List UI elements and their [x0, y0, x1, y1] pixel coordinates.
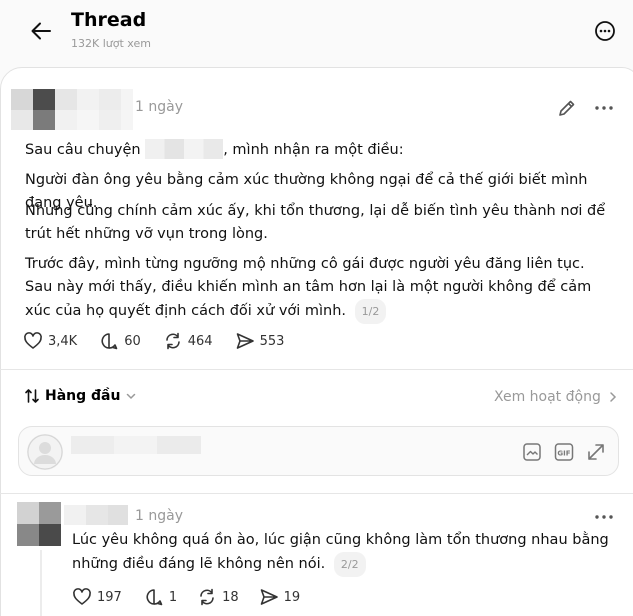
reply-thread-line: [40, 550, 42, 616]
paragraph-text: Trước đây, mình từng ngưỡng mộ những cô …: [25, 256, 592, 319]
reply-composer[interactable]: GIF: [18, 426, 619, 476]
repost-button[interactable]: 18: [197, 587, 239, 607]
arrow-left-icon: [31, 22, 51, 40]
share-count: 19: [283, 589, 301, 605]
send-icon: [260, 589, 278, 605]
sticker-icon[interactable]: [521, 441, 543, 463]
paragraph-text: , mình nhận ra một điều:: [223, 142, 404, 158]
user-silhouette-icon: [27, 434, 63, 470]
like-count: 3,4K: [48, 333, 78, 349]
my-avatar: [27, 434, 63, 470]
view-activity-link[interactable]: Xem hoạt động: [494, 389, 618, 405]
repost-count: 464: [187, 333, 213, 349]
activity-label: Xem hoạt động: [494, 389, 601, 405]
comment-timestamp: 1 ngày: [135, 508, 183, 524]
speech-bubble-icon: [101, 333, 118, 350]
more-options-button[interactable]: [592, 18, 618, 44]
more-circle-icon: [595, 21, 615, 41]
repost-icon: [200, 588, 214, 606]
speech-bubble-icon: [146, 589, 163, 606]
chevron-down-icon: [127, 393, 136, 400]
more-horizontal-icon[interactable]: [593, 509, 615, 525]
expand-icon[interactable]: [585, 441, 607, 463]
comment-actions: 197 1 18 19: [72, 586, 300, 608]
divider: [0, 369, 633, 370]
page-indicator: 2/2: [333, 552, 366, 577]
post-paragraph-3: Nhưng cũng chính cảm xúc ấy, khi tổn thư…: [25, 203, 606, 242]
repost-count: 18: [222, 589, 239, 605]
comment-count: 1: [168, 589, 178, 605]
comment-count: 60: [124, 333, 141, 349]
share-button[interactable]: 553: [235, 331, 285, 351]
send-icon: [236, 333, 254, 349]
comment-text: Lúc yêu không quá ồn ào, lúc giận cũng k…: [72, 529, 617, 577]
heart-icon: [73, 588, 91, 605]
divider: [0, 493, 633, 494]
heart-icon: [24, 332, 42, 349]
repost-icon: [165, 332, 180, 350]
gif-icon[interactable]: GIF: [553, 441, 575, 463]
svg-text:GIF: GIF: [557, 450, 570, 458]
post-actions: 3,4K 60 464 553: [23, 330, 284, 352]
sort-arrows-icon: [25, 389, 39, 403]
more-horizontal-icon[interactable]: [593, 100, 615, 116]
back-button[interactable]: [26, 16, 56, 46]
page-indicator: 1/2: [354, 299, 387, 324]
like-button[interactable]: 3,4K: [23, 331, 77, 351]
thread-header: Thread 132K lượt xem: [0, 0, 633, 66]
post-paragraph-4: Trước đây, mình từng ngưỡng mộ những cô …: [25, 253, 615, 324]
edit-pencil-icon[interactable]: [557, 98, 577, 118]
page-title: Thread: [71, 9, 147, 31]
repost-button[interactable]: 464: [163, 331, 213, 351]
sort-dropdown[interactable]: Hàng đầu: [24, 388, 137, 404]
like-count: 197: [97, 589, 122, 605]
sort-label: Hàng đầu: [45, 388, 121, 404]
redacted-name: [145, 139, 224, 159]
view-count: 132K lượt xem: [71, 37, 151, 50]
comment-button[interactable]: 1: [144, 587, 177, 607]
reply-input-placeholder[interactable]: [71, 436, 201, 454]
post-timestamp: 1 ngày: [135, 99, 183, 115]
share-count: 553: [259, 333, 285, 349]
post-paragraph-1: Sau câu chuyện , mình nhận ra một điều:: [25, 139, 615, 162]
paragraph-text: Sau câu chuyện: [25, 142, 146, 158]
like-button[interactable]: 197: [72, 587, 122, 607]
chevron-right-icon: [610, 392, 616, 402]
share-button[interactable]: 19: [259, 587, 301, 607]
comment-button[interactable]: 60: [99, 331, 141, 351]
